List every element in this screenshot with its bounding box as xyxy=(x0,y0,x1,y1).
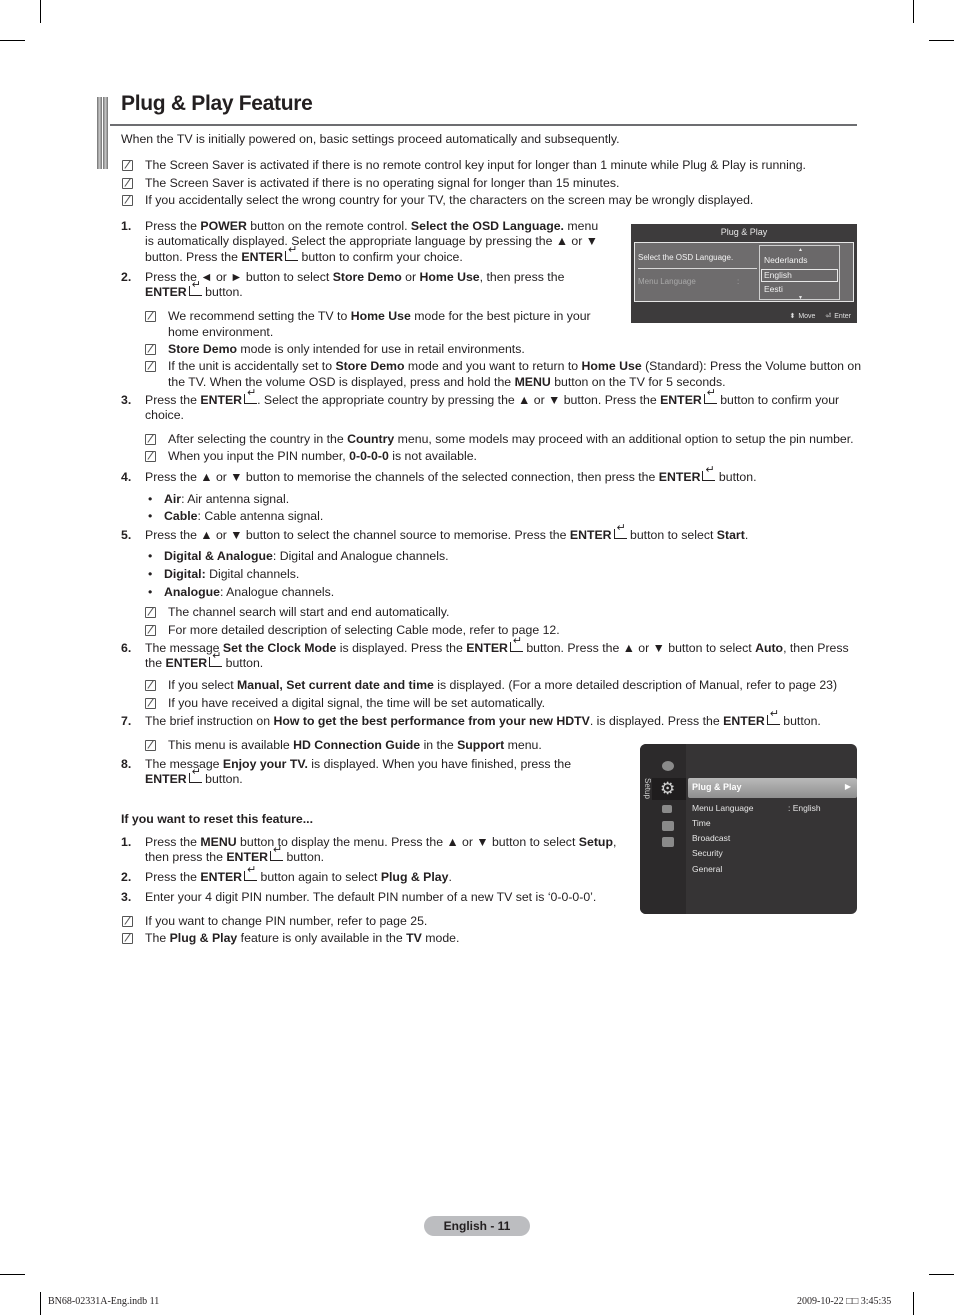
note-icon xyxy=(145,311,156,322)
osd-language-screen: Plug & Play Select the OSD Language. Men… xyxy=(631,224,857,323)
enter-icon xyxy=(703,388,717,404)
crop-mark xyxy=(0,40,25,41)
enter-icon xyxy=(270,845,284,862)
language-option-selected[interactable]: English xyxy=(761,269,838,282)
crop-mark xyxy=(913,0,914,23)
note-icon xyxy=(145,451,156,462)
setup-gear-icon[interactable]: ⚙ xyxy=(660,779,675,799)
reset-step-1: Press the MENU button to display the men… xyxy=(145,835,616,866)
page-number: English - 11 xyxy=(424,1216,530,1236)
step-number: 6. xyxy=(121,641,132,655)
step-3: Press the ENTER. Select the appropriate … xyxy=(145,388,857,424)
language-option[interactable]: Eesti xyxy=(764,284,783,294)
crop-mark xyxy=(929,40,954,41)
step-number: 4. xyxy=(121,470,132,484)
osd-prompt: Select the OSD Language. xyxy=(638,253,734,262)
step-number: 7. xyxy=(121,714,132,728)
scroll-down-icon[interactable]: ▼ xyxy=(798,295,803,301)
osd-sidebar: Setup ⚙ xyxy=(640,744,686,914)
language-option[interactable]: Nederlands xyxy=(764,255,807,265)
osd-field-label: Menu Language xyxy=(638,277,696,286)
file-name: BN68-02331A-Eng.indb 11 xyxy=(48,1296,160,1307)
menu-item[interactable]: Menu Language xyxy=(692,803,753,813)
enter-icon xyxy=(702,465,716,481)
step-number: 2. xyxy=(121,870,132,884)
print-timestamp: 2009-10-22 □□ 3:45:35 xyxy=(797,1296,892,1307)
step-number: 5. xyxy=(121,528,132,542)
crop-mark xyxy=(40,0,41,23)
note-icon xyxy=(122,160,133,171)
scroll-up-icon[interactable]: ▲ xyxy=(798,247,803,253)
step-8: The message Enjoy your TV. is displayed.… xyxy=(145,757,571,788)
step-5: Press the ▲ or ▼ button to select the ch… xyxy=(145,523,748,543)
intro-text: When the TV is initially powered on, bas… xyxy=(121,132,620,146)
enter-icon: ⏎ xyxy=(825,313,832,320)
step-number: 8. xyxy=(121,757,132,771)
enter-icon xyxy=(188,280,202,297)
note-icon xyxy=(145,361,156,372)
menu-item-plug-and-play[interactable]: Plug & Play ▶ xyxy=(688,778,857,798)
enter-icon xyxy=(285,245,299,261)
enter-icon xyxy=(244,865,258,881)
osd-body: Select the OSD Language. Menu Language :… xyxy=(634,242,854,302)
enter-icon xyxy=(209,651,223,668)
note-icon xyxy=(122,933,133,944)
page-title: Plug & Play Feature xyxy=(121,92,313,115)
step-number: 3. xyxy=(121,393,132,407)
menu-item[interactable]: General xyxy=(692,864,722,874)
step-1: Press the POWER button on the remote con… xyxy=(145,219,615,265)
sidebar-label: Setup xyxy=(643,778,652,799)
language-list[interactable]: ▲ Nederlands English Eesti ▼ xyxy=(759,245,840,301)
note-icon xyxy=(122,195,133,206)
step-6: The message Set the Clock Mode is displa… xyxy=(145,636,857,672)
osd-divider xyxy=(638,268,757,269)
title-decoration xyxy=(97,97,110,169)
step-4: Press the ▲ or ▼ button to memorise the … xyxy=(145,465,757,485)
picture-icon[interactable] xyxy=(662,761,674,771)
reset-step-2: Press the ENTER button again to select P… xyxy=(145,865,452,885)
title-divider xyxy=(110,124,857,126)
arrow-right-icon: ▶ xyxy=(844,782,851,791)
note-icon xyxy=(122,178,133,189)
crop-mark xyxy=(40,1292,41,1315)
note-icon xyxy=(145,434,156,445)
enter-icon xyxy=(188,767,202,784)
support-icon[interactable] xyxy=(662,837,674,847)
osd-title: Plug & Play xyxy=(720,227,768,237)
step-number: 1. xyxy=(121,219,132,233)
enter-icon xyxy=(766,709,780,725)
enter-icon xyxy=(509,636,523,652)
input-icon[interactable] xyxy=(662,805,672,813)
note-icon xyxy=(145,680,156,691)
note-icon xyxy=(145,607,156,618)
reset-step-3: Enter your 4 digit PIN number. The defau… xyxy=(145,890,597,904)
menu-item-value: : English xyxy=(788,803,821,813)
menu-item[interactable]: Security xyxy=(692,848,723,858)
note-icon xyxy=(145,698,156,709)
step-7: The brief instruction on How to get the … xyxy=(145,709,821,729)
step-2: Press the ◄ or ► button to select Store … xyxy=(145,270,615,301)
crop-mark xyxy=(929,1274,954,1275)
reset-heading: If you want to reset this feature... xyxy=(121,812,314,826)
note-icon xyxy=(145,344,156,355)
note-icon xyxy=(145,625,156,636)
menu-item[interactable]: Broadcast xyxy=(692,833,730,843)
note-icon xyxy=(122,916,133,927)
crop-mark xyxy=(913,1292,914,1315)
step-number: 1. xyxy=(121,835,132,849)
step-number: 3. xyxy=(121,890,132,904)
enter-icon xyxy=(244,388,258,404)
osd-footer: ⬍ Move ⏎ Enter xyxy=(789,313,851,320)
move-icon: ⬍ xyxy=(789,313,796,320)
osd-setup-screen: Setup ⚙ Plug & Play ▶ Menu Language : En… xyxy=(640,744,857,914)
step-number: 2. xyxy=(121,270,132,284)
enter-icon xyxy=(613,523,627,539)
menu-item[interactable]: Time xyxy=(692,818,711,828)
application-icon[interactable] xyxy=(662,821,674,831)
note-icon xyxy=(145,740,156,751)
crop-mark xyxy=(0,1274,25,1275)
